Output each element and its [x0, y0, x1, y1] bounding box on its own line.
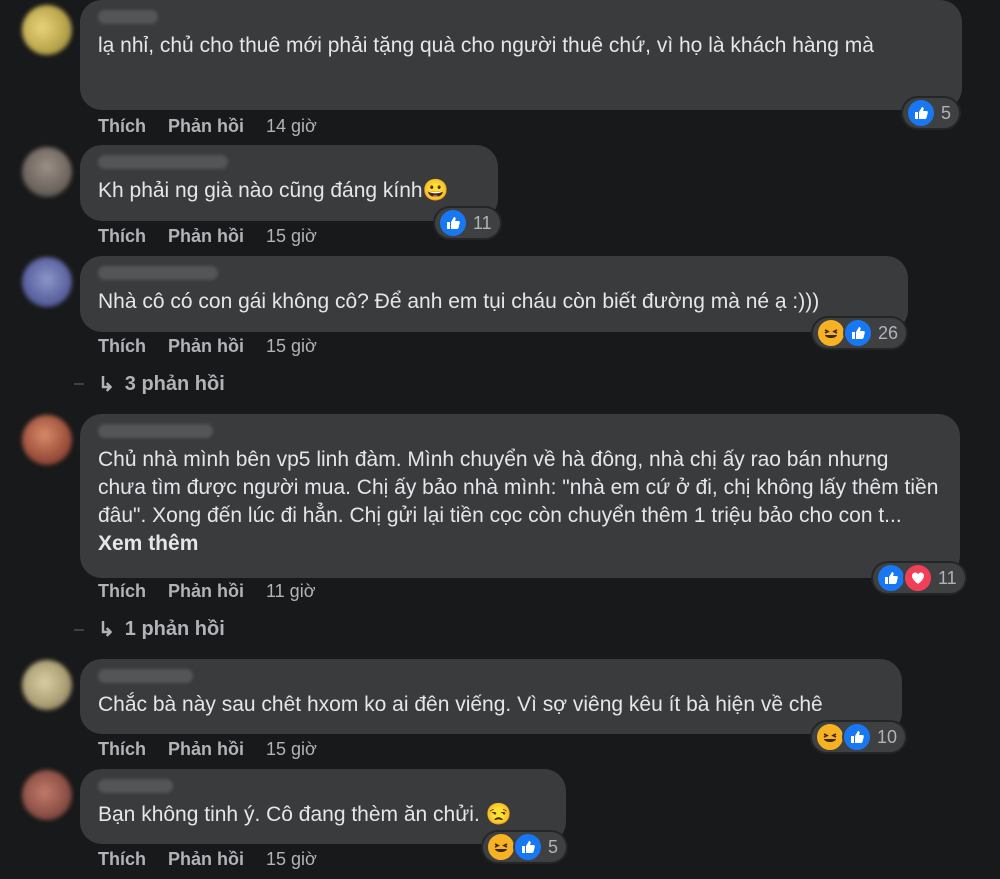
like-icon [906, 98, 936, 128]
avatar[interactable] [22, 147, 72, 197]
comment-text: Chủ nhà mình bên vp5 linh đàm. Mình chuy… [98, 446, 942, 558]
reply-arrow-icon: ↳ [98, 374, 115, 396]
comment-text: Chắc bà này sau chêt hxom ko ai đên viến… [98, 693, 823, 716]
timestamp[interactable]: 15 giờ [266, 226, 317, 247]
reaction-summary[interactable]: 5 [903, 98, 960, 128]
timestamp[interactable]: 15 giờ [266, 336, 317, 357]
comment-text: Nhà cô có con gái không cô? Để anh em tụ… [98, 290, 820, 313]
reaction-count: 11 [473, 212, 492, 233]
like-icon [876, 563, 906, 593]
reply-button[interactable]: Phản hồi [168, 849, 244, 870]
comment-body: Chủ nhà mình bên vp5 linh đàm. Mình chuy… [98, 448, 939, 527]
comment-text: Kh phải ng già nào cũng đáng kính😀 [98, 179, 449, 202]
reaction-count: 5 [941, 102, 952, 123]
comment-bubble: Chắc bà này sau chêt hxom ko ai đên viến… [80, 659, 902, 734]
like-icon [843, 318, 873, 348]
timestamp[interactable]: 14 giờ [266, 116, 317, 137]
reply-button[interactable]: Phản hồi [168, 739, 244, 760]
reaction-count: 10 [877, 726, 898, 747]
comment-actions: Thích Phản hồi 14 giờ [98, 116, 317, 137]
avatar[interactable] [22, 5, 72, 55]
avatar[interactable] [22, 770, 72, 820]
comment-bubble: Nhà cô có con gái không cô? Để anh em tụ… [80, 256, 908, 332]
timestamp[interactable]: 11 giờ [266, 581, 316, 602]
see-more-link[interactable]: Xem thêm [98, 532, 198, 555]
reaction-summary[interactable]: 26 [813, 318, 907, 348]
author-name-blurred[interactable] [98, 266, 218, 280]
author-name-blurred[interactable] [98, 10, 158, 24]
reaction-count: 26 [878, 322, 899, 343]
reaction-summary[interactable]: 11 [873, 563, 965, 593]
avatar[interactable] [22, 660, 72, 710]
replies-count-label: 1 phản hồi [124, 618, 225, 640]
thread-line [74, 629, 84, 631]
haha-icon [486, 832, 516, 862]
author-name-blurred[interactable] [98, 669, 193, 683]
reaction-count: 5 [548, 836, 559, 857]
like-button[interactable]: Thích [98, 336, 146, 357]
comment-bubble: lạ nhỉ, chủ cho thuê mới phải tặng quà c… [80, 0, 962, 110]
comment-bubble: Chủ nhà mình bên vp5 linh đàm. Mình chuy… [80, 414, 960, 578]
replies-count-label: 3 phản hồi [124, 373, 225, 395]
view-replies-link[interactable]: ↳ 1 phản hồi [98, 617, 225, 642]
love-icon [903, 563, 933, 593]
haha-icon [815, 722, 845, 752]
reaction-count: 11 [938, 567, 957, 588]
reply-button[interactable]: Phản hồi [168, 336, 244, 357]
like-button[interactable]: Thích [98, 739, 146, 760]
comment-actions: Thích Phản hồi 11 giờ [98, 581, 316, 602]
like-button[interactable]: Thích [98, 116, 146, 137]
comment-actions: Thích Phản hồi 15 giờ [98, 739, 317, 760]
like-icon [438, 208, 468, 238]
like-button[interactable]: Thích [98, 226, 146, 247]
reply-button[interactable]: Phản hồi [168, 581, 244, 602]
comment-text: lạ nhỉ, chủ cho thuê mới phải tặng quà c… [98, 34, 874, 57]
reply-arrow-icon: ↳ [98, 619, 115, 641]
timestamp[interactable]: 15 giờ [266, 739, 317, 760]
comment-actions: Thích Phản hồi 15 giờ [98, 849, 317, 870]
view-replies-link[interactable]: ↳ 3 phản hồi [98, 372, 225, 397]
avatar[interactable] [22, 257, 72, 307]
like-icon [513, 832, 543, 862]
reply-button[interactable]: Phản hồi [168, 226, 244, 247]
comment-text: Bạn không tinh ý. Cô đang thèm ăn chửi. … [98, 803, 512, 826]
avatar[interactable] [22, 415, 72, 465]
comment-actions: Thích Phản hồi 15 giờ [98, 226, 317, 247]
reaction-summary[interactable]: 10 [812, 722, 906, 752]
reaction-summary[interactable]: 5 [483, 832, 567, 862]
comment-bubble: Kh phải ng già nào cũng đáng kính😀 [80, 145, 498, 221]
thread-line [74, 383, 84, 385]
like-button[interactable]: Thích [98, 849, 146, 870]
comment-actions: Thích Phản hồi 15 giờ [98, 336, 317, 357]
author-name-blurred[interactable] [98, 155, 228, 169]
haha-icon [816, 318, 846, 348]
reaction-summary[interactable]: 11 [435, 208, 500, 238]
timestamp[interactable]: 15 giờ [266, 849, 317, 870]
like-icon [842, 722, 872, 752]
author-name-blurred[interactable] [98, 424, 213, 438]
like-button[interactable]: Thích [98, 581, 146, 602]
reply-button[interactable]: Phản hồi [168, 116, 244, 137]
author-name-blurred[interactable] [98, 779, 173, 793]
